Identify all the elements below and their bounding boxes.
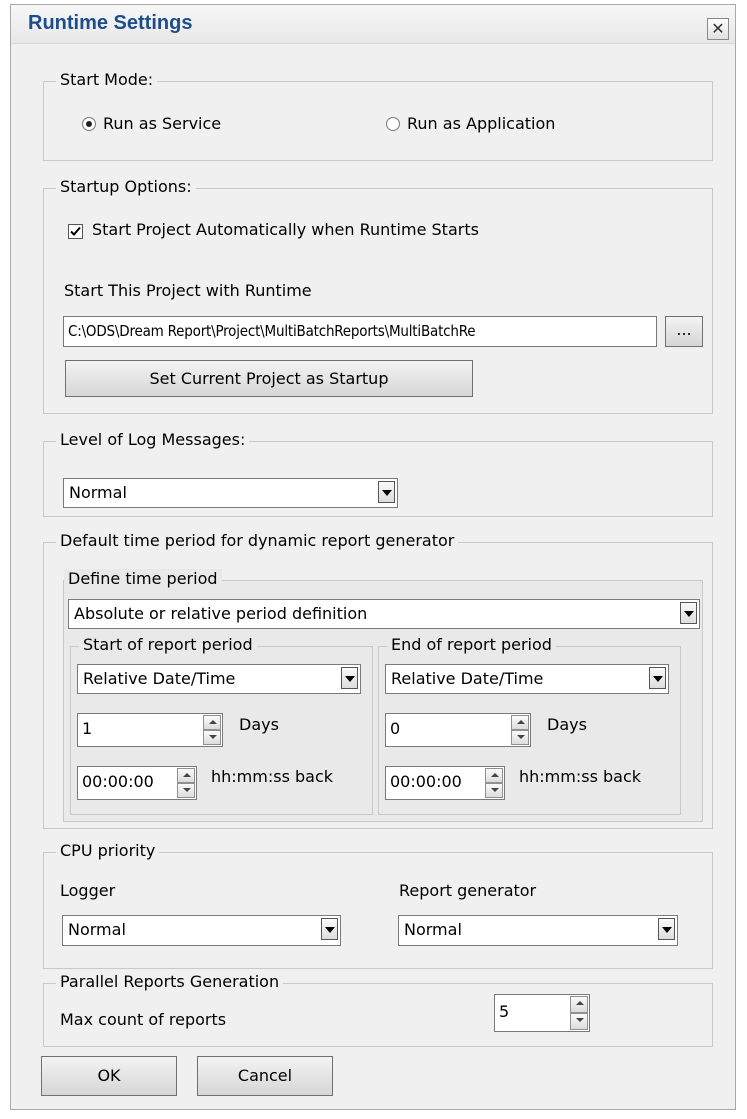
dropdown-arrow-icon[interactable]	[321, 918, 338, 940]
run-as-application-radio[interactable]	[386, 117, 400, 131]
start-time-label: hh:mm:ss back	[211, 767, 334, 786]
period-definition-select[interactable]: Absolute or relative period definition	[68, 599, 700, 629]
dialog-title: Runtime Settings	[28, 12, 193, 34]
start-mode-select[interactable]: Relative Date/Time	[77, 664, 361, 694]
logger-priority-value: Normal	[68, 920, 126, 939]
max-count-label: Max count of reports	[60, 1010, 227, 1029]
browse-button[interactable]: ...	[665, 316, 703, 347]
project-path-input[interactable]: C:\ODS\Dream Report\Project\MultiBatchRe…	[63, 316, 657, 347]
end-period-legend: End of report period	[387, 635, 556, 654]
spin-up-icon[interactable]	[203, 715, 221, 730]
cpu-priority-group: CPU priority Logger Normal Report genera…	[43, 841, 713, 969]
logger-priority-select[interactable]: Normal	[62, 915, 341, 946]
cancel-button[interactable]: Cancel	[197, 1056, 333, 1096]
dropdown-arrow-icon[interactable]	[680, 602, 697, 624]
end-mode-select[interactable]: Relative Date/Time	[385, 664, 669, 694]
dropdown-arrow-icon[interactable]	[649, 667, 666, 689]
run-as-service-radio[interactable]	[82, 117, 96, 131]
spin-buttons[interactable]	[203, 715, 221, 745]
end-mode-value: Relative Date/Time	[391, 669, 544, 688]
run-as-application-label[interactable]: Run as Application	[407, 114, 555, 133]
start-mode-group: Start Mode: Run as Service Run as Applic…	[43, 70, 713, 161]
spin-buttons[interactable]	[177, 768, 195, 798]
end-time-label: hh:mm:ss back	[519, 767, 642, 786]
spin-buttons[interactable]	[511, 715, 529, 745]
time-period-group: Default time period for dynamic report g…	[43, 531, 713, 829]
spin-buttons[interactable]	[570, 996, 588, 1030]
spin-up-icon[interactable]	[511, 715, 529, 730]
report-generator-label: Report generator	[399, 881, 537, 900]
define-period-legend: Define time period	[64, 569, 222, 588]
spin-up-icon[interactable]	[485, 768, 503, 783]
spin-buttons[interactable]	[485, 768, 503, 798]
parallel-reports-legend: Parallel Reports Generation	[56, 972, 284, 991]
ok-button[interactable]: OK	[41, 1056, 177, 1096]
end-days-label: Days	[547, 715, 587, 734]
end-time-value: 00:00:00	[390, 772, 462, 791]
spin-down-icon[interactable]	[485, 783, 503, 798]
period-definition-value: Absolute or relative period definition	[74, 604, 368, 623]
start-days-stepper[interactable]: 1	[77, 713, 223, 747]
end-time-stepper[interactable]: 00:00:00	[385, 766, 505, 800]
log-level-value: Normal	[69, 483, 127, 502]
close-icon[interactable]: ✕	[707, 18, 729, 40]
start-mode-value: Relative Date/Time	[83, 669, 236, 688]
time-period-legend: Default time period for dynamic report g…	[56, 531, 459, 550]
startup-options-group: Startup Options: Start Project Automatic…	[43, 177, 713, 414]
spin-down-icon[interactable]	[203, 730, 221, 745]
logger-label: Logger	[60, 881, 116, 900]
auto-start-label[interactable]: Start Project Automatically when Runtime…	[92, 220, 479, 239]
end-period-group: End of report period Relative Date/Time …	[378, 635, 681, 815]
start-days-label: Days	[239, 715, 279, 734]
set-current-project-button[interactable]: Set Current Project as Startup	[65, 360, 473, 397]
cpu-priority-legend: CPU priority	[56, 841, 160, 860]
spin-down-icon[interactable]	[511, 730, 529, 745]
max-count-value: 5	[499, 1002, 510, 1021]
start-time-value: 00:00:00	[82, 772, 154, 791]
start-mode-legend: Start Mode:	[56, 70, 158, 89]
generator-priority-select[interactable]: Normal	[398, 915, 678, 946]
project-path-label: Start This Project with Runtime	[64, 281, 312, 300]
dropdown-arrow-icon[interactable]	[341, 667, 358, 689]
spin-down-icon[interactable]	[177, 783, 195, 798]
start-period-group: Start of report period Relative Date/Tim…	[70, 635, 373, 815]
start-time-stepper[interactable]: 00:00:00	[77, 766, 197, 800]
dropdown-arrow-icon[interactable]	[658, 918, 675, 940]
max-count-stepper[interactable]: 5	[494, 994, 590, 1032]
define-period-group: Define time period Absolute or relative …	[63, 569, 703, 822]
start-days-value: 1	[82, 719, 93, 738]
spin-up-icon[interactable]	[177, 768, 195, 783]
checkmark-icon	[70, 226, 81, 236]
spin-up-icon[interactable]	[570, 996, 588, 1013]
end-days-value: 0	[390, 719, 401, 738]
start-period-legend: Start of report period	[79, 635, 257, 654]
title-bar: Runtime Settings ✕	[11, 5, 735, 44]
auto-start-checkbox[interactable]	[68, 224, 83, 239]
dropdown-arrow-icon[interactable]	[378, 481, 395, 503]
startup-options-legend: Startup Options:	[56, 177, 196, 196]
spin-down-icon[interactable]	[570, 1013, 588, 1030]
end-days-stepper[interactable]: 0	[385, 713, 531, 747]
log-level-group: Level of Log Messages: Normal	[43, 430, 713, 517]
generator-priority-value: Normal	[404, 920, 462, 939]
parallel-reports-group: Parallel Reports Generation Max count of…	[43, 972, 713, 1047]
log-level-select[interactable]: Normal	[63, 478, 398, 508]
runtime-settings-dialog: Runtime Settings ✕ Start Mode: Run as Se…	[10, 4, 736, 1110]
log-level-legend: Level of Log Messages:	[56, 430, 250, 449]
run-as-service-label[interactable]: Run as Service	[103, 114, 221, 133]
